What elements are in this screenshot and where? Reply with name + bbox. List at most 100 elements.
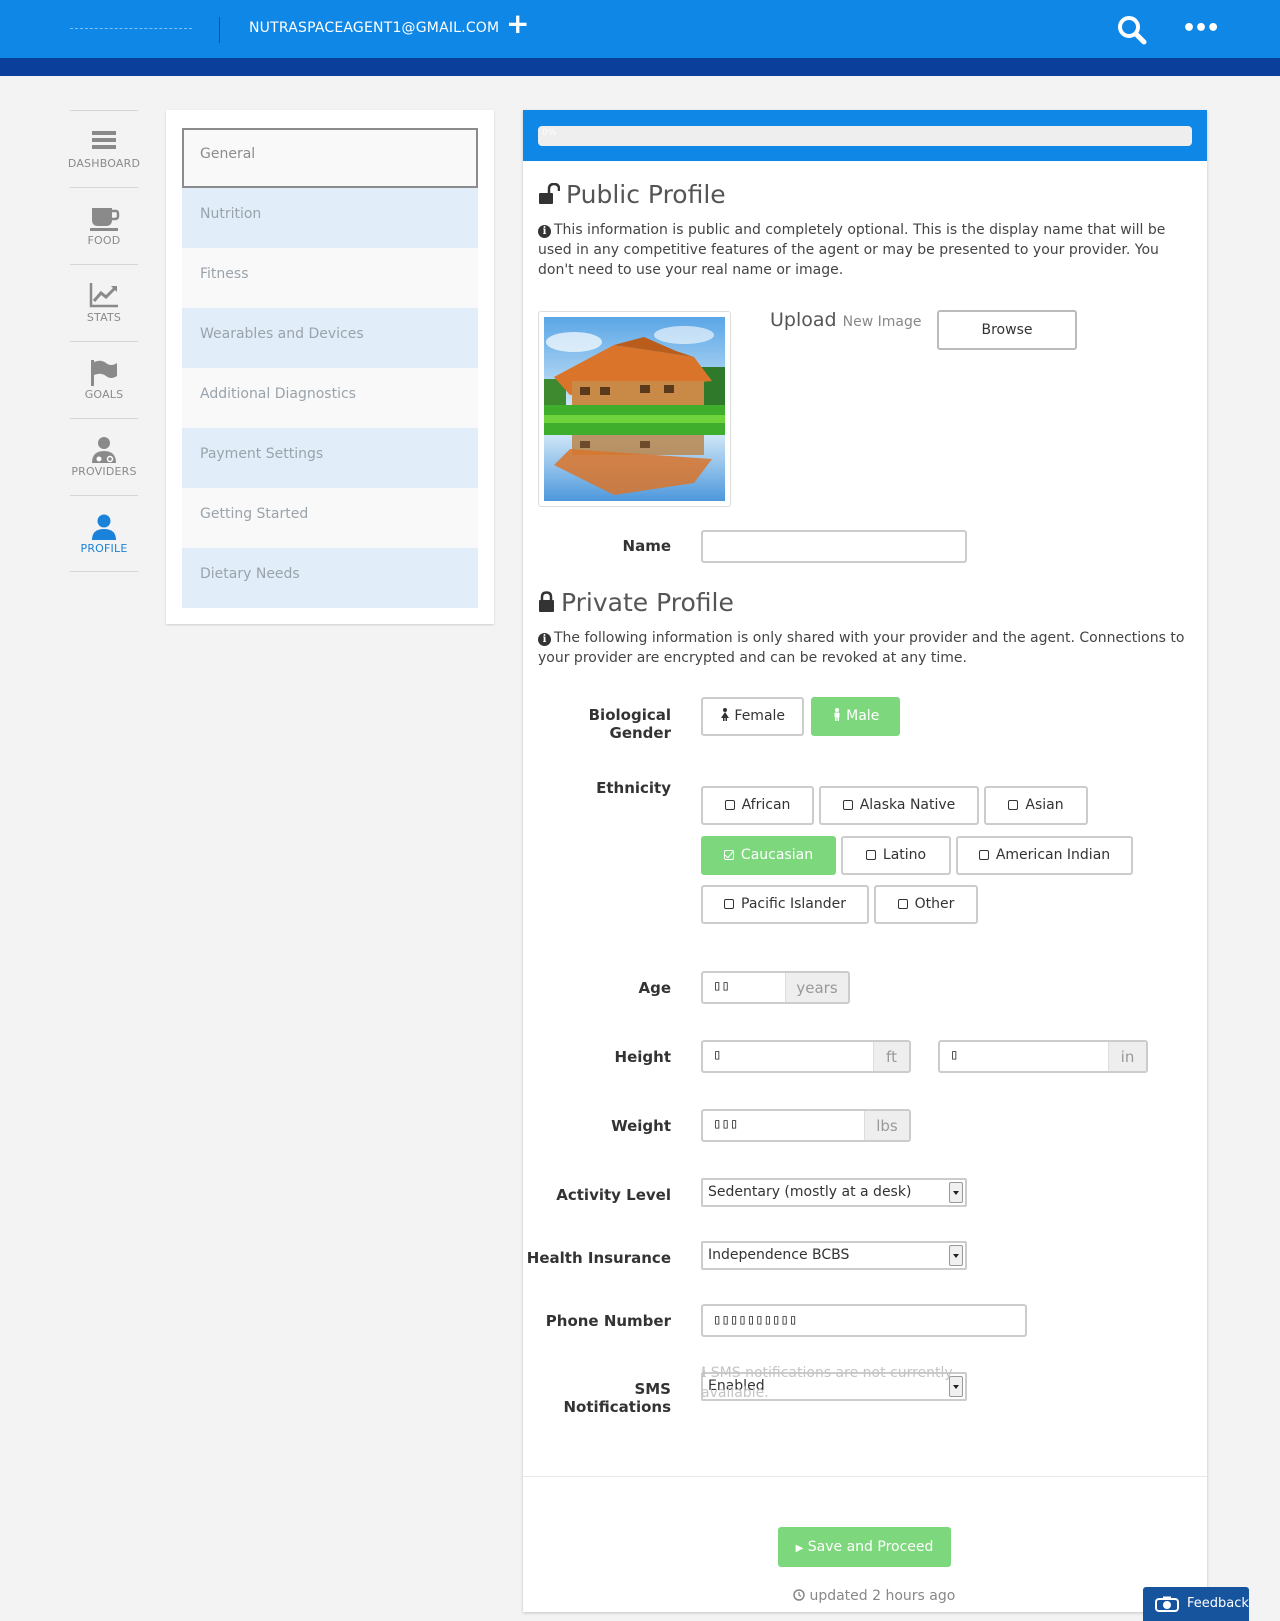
- header-divider: [219, 17, 220, 43]
- food-icon: [70, 204, 138, 234]
- name-input[interactable]: [701, 530, 967, 563]
- age-input[interactable]: ▯▯ years: [701, 971, 850, 1004]
- checkbox-icon: [724, 800, 735, 810]
- brand-logo[interactable]: [70, 28, 192, 29]
- account-email[interactable]: NUTRASPACEAGENT1@GMAIL.COM: [249, 20, 499, 36]
- goals-icon: [70, 358, 138, 388]
- more-icon[interactable]: •••: [1182, 16, 1220, 42]
- feedback-button[interactable]: Feedback: [1143, 1587, 1249, 1621]
- weight-input[interactable]: ▯▯▯ lbs: [701, 1109, 911, 1142]
- caret-right-icon: ▶: [795, 1543, 804, 1554]
- height-feet-unit: ft: [873, 1042, 909, 1071]
- save-label: Save and Proceed: [807, 1539, 934, 1555]
- house-photo-image: [544, 317, 725, 501]
- ethnicity-label-text: American Indian: [995, 847, 1111, 863]
- ethnicity-american-indian[interactable]: American Indian: [956, 836, 1133, 875]
- nav-item-stats[interactable]: STATS: [70, 264, 138, 341]
- ethnicity-label-text: Alaska Native: [859, 797, 956, 813]
- private-info: i The following information is only share…: [538, 628, 1188, 668]
- progress-label: 0%: [542, 128, 557, 138]
- activity-level-value: Sedentary (mostly at a desk): [708, 1184, 912, 1200]
- phone-input[interactable]: ▯▯▯▯▯▯▯▯▯▯: [701, 1304, 1027, 1337]
- female-label: Female: [734, 708, 786, 724]
- menu-item-payment[interactable]: Payment Settings: [182, 428, 478, 488]
- gender-label: Biological Gender: [588, 706, 671, 742]
- updated-status: updated 2 hours ago: [793, 1588, 955, 1604]
- menu-item-fitness[interactable]: Fitness: [182, 248, 478, 308]
- health-insurance-select[interactable]: Independence BCBS: [701, 1241, 967, 1270]
- top-bar: NUTRASPACEAGENT1@GMAIL.COM + •••: [0, 0, 1280, 58]
- menu-item-diagnostics[interactable]: Additional Diagnostics: [182, 368, 478, 428]
- phone-label: Phone Number: [545, 1312, 671, 1330]
- age-label: Age: [638, 979, 671, 997]
- menu-item-general[interactable]: General: [182, 128, 478, 188]
- private-info-text: The following information is only shared…: [538, 630, 1185, 666]
- info-icon: i: [701, 1365, 707, 1381]
- upload-label: Upload New Image: [770, 309, 921, 331]
- providers-icon: [70, 435, 138, 465]
- search-icon[interactable]: [1116, 14, 1148, 46]
- ethnicity-label-text: Latino: [882, 847, 927, 863]
- menu-item-wearables[interactable]: Wearables and Devices: [182, 308, 478, 368]
- card-header: 0%: [523, 110, 1207, 161]
- checkbox-icon: [865, 850, 876, 860]
- male-icon: [832, 708, 846, 724]
- nav-item-food[interactable]: FOOD: [70, 187, 138, 264]
- height-feet-input[interactable]: ▯ ft: [701, 1040, 911, 1073]
- left-nav: DASHBOARD FOOD STATS GOALS PROVIDERS PRO…: [68, 110, 140, 572]
- menu-item-getting-started[interactable]: Getting Started: [182, 488, 478, 548]
- browse-button[interactable]: Browse: [937, 310, 1077, 350]
- ethnicity-asian[interactable]: Asian: [984, 786, 1088, 825]
- nav-item-providers[interactable]: PROVIDERS: [70, 418, 138, 495]
- ethnicity-label-text: African: [741, 797, 791, 813]
- insurance-label: Health Insurance: [526, 1249, 671, 1267]
- clock-icon: [793, 1588, 809, 1604]
- activity-level-select[interactable]: Sedentary (mostly at a desk): [701, 1178, 967, 1207]
- public-info-text: This information is public and completel…: [538, 222, 1166, 278]
- ethnicity-pacific-islander[interactable]: Pacific Islander: [701, 885, 869, 924]
- private-profile-heading: Private Profile: [538, 588, 734, 619]
- ethnicity-label-text: Caucasian: [740, 847, 814, 863]
- health-insurance-value: Independence BCBS: [708, 1247, 850, 1263]
- unlock-icon: [538, 182, 561, 211]
- stats-icon: [70, 281, 138, 311]
- ethnicity-label-text: Other: [914, 896, 955, 912]
- chevron-down-icon: [949, 1245, 963, 1266]
- name-label: Name: [622, 537, 671, 555]
- ethnicity-latino[interactable]: Latino: [841, 836, 951, 875]
- menu-item-nutrition[interactable]: Nutrition: [182, 188, 478, 248]
- dashboard-icon: [70, 127, 138, 157]
- public-info: i This information is public and complete…: [538, 220, 1188, 280]
- profile-photo[interactable]: [538, 311, 731, 507]
- ethnicity-caucasian[interactable]: Caucasian: [701, 836, 836, 875]
- checkbox-icon: [897, 899, 908, 909]
- age-value: ▯▯: [713, 978, 730, 994]
- weight-value: ▯▯▯: [713, 1116, 739, 1132]
- activity-label: Activity Level: [556, 1186, 671, 1204]
- progress-bar: 0%: [538, 126, 1192, 146]
- sms-label: SMS Notifications: [563, 1380, 671, 1416]
- chevron-down-icon: [949, 1182, 963, 1203]
- nav-item-profile[interactable]: PROFILE: [70, 495, 138, 572]
- info-icon: i: [538, 633, 551, 646]
- ethnicity-african[interactable]: African: [701, 786, 814, 825]
- gender-male-button[interactable]: Male: [811, 697, 900, 736]
- height-inches-input[interactable]: ▯ in: [938, 1040, 1148, 1073]
- ethnicity-alaska-native[interactable]: Alaska Native: [819, 786, 979, 825]
- save-and-proceed-button[interactable]: ▶ Save and Proceed: [778, 1527, 951, 1567]
- camera-icon: [1155, 1596, 1179, 1616]
- nav-label: FOOD: [87, 234, 121, 247]
- ethnicity-other[interactable]: Other: [874, 885, 978, 924]
- public-profile-title: Public Profile: [566, 180, 726, 209]
- feedback-label: Feedback: [1187, 1596, 1249, 1611]
- public-profile-heading: Public Profile: [538, 180, 726, 211]
- ethnicity-label-text: Asian: [1025, 797, 1064, 813]
- sms-help-text: SMS notifications are not currently avai…: [701, 1365, 953, 1401]
- nav-item-goals[interactable]: GOALS: [70, 341, 138, 418]
- menu-item-dietary-needs[interactable]: Dietary Needs: [182, 548, 478, 608]
- plus-icon[interactable]: +: [506, 8, 529, 40]
- gender-female-button[interactable]: Female: [701, 697, 804, 736]
- nav-item-dashboard[interactable]: DASHBOARD: [68, 110, 140, 187]
- male-label: Male: [846, 708, 880, 724]
- ethnicity-label-text: Pacific Islander: [741, 896, 846, 912]
